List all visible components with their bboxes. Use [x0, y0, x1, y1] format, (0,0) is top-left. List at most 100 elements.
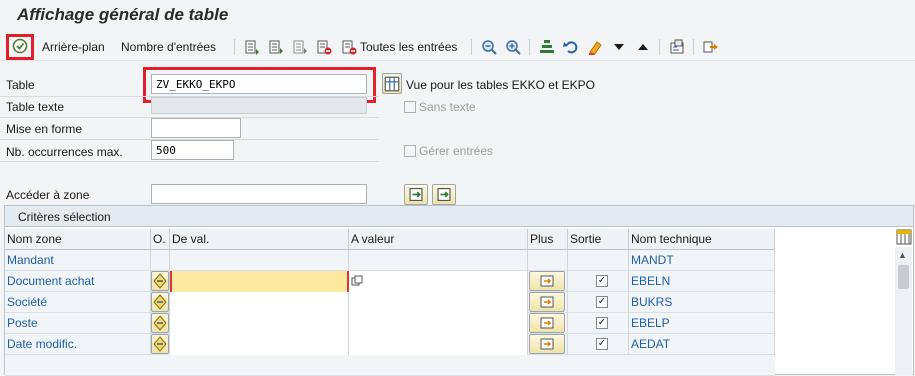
scroll-up-icon[interactable]: ▲ [898, 250, 907, 260]
copy-icon[interactable] [351, 275, 363, 287]
goto-next-button[interactable] [432, 184, 456, 205]
background-button[interactable]: Arrière-plan [42, 36, 105, 58]
option-button[interactable] [151, 334, 169, 354]
technical-name: MANDT [629, 250, 775, 271]
selection-option-icon [153, 336, 167, 352]
more-button[interactable] [529, 292, 565, 312]
layout-input[interactable] [151, 118, 241, 138]
page-arrow-icon [437, 187, 451, 202]
section-title: Critères sélection [18, 210, 111, 224]
no-text-checkbox[interactable] [404, 101, 416, 113]
display-table-icon [384, 76, 400, 92]
manage-entries-label: Gérer entrées [419, 144, 494, 158]
multiple-selection-icon [540, 296, 554, 308]
page-title: Affichage général de table [17, 5, 229, 24]
from-value-input[interactable] [170, 271, 349, 292]
selection-option-icon [153, 294, 167, 310]
col-to-value[interactable]: A valeur [349, 229, 528, 250]
more-button[interactable] [529, 271, 565, 291]
layout-label: Mise en forme [6, 122, 83, 136]
option-button[interactable] [151, 313, 169, 333]
next-page-icon[interactable] [292, 39, 308, 55]
option-button[interactable] [151, 271, 169, 291]
field-name: Date modific. [5, 334, 151, 355]
selection-option-icon [153, 315, 167, 331]
no-text-label: Sans texte [419, 100, 476, 114]
page-arrow-icon [409, 187, 423, 202]
execute-button-highlight[interactable] [6, 34, 34, 60]
col-from-value[interactable]: De val. [170, 229, 349, 250]
column-settings-icon[interactable] [896, 229, 912, 245]
variant-icon[interactable] [669, 39, 685, 55]
table-row [5, 355, 775, 376]
goto-field-label: Accéder à zone [6, 188, 90, 202]
table-text-input [151, 97, 367, 114]
previous-page-icon[interactable] [268, 39, 284, 55]
output-checkbox[interactable]: ✓ [596, 317, 608, 329]
to-value-input[interactable] [349, 313, 528, 334]
field-name: Société [5, 292, 151, 313]
table-label: Table [6, 78, 35, 92]
table-description: Vue pour les tables EKKO et EKPO [406, 78, 595, 92]
goto-previous-button[interactable] [404, 184, 428, 205]
technical-name: EBELN [629, 271, 775, 292]
hierarchy-icon[interactable] [539, 39, 555, 55]
from-value-input[interactable] [170, 334, 349, 355]
export-icon[interactable] [703, 39, 719, 55]
col-option[interactable]: O. [151, 229, 170, 250]
output-checkbox[interactable]: ✓ [596, 338, 608, 350]
multiple-selection-icon [540, 275, 554, 287]
from-value-input[interactable] [170, 292, 349, 313]
field-name: Mandant [5, 250, 151, 271]
application-toolbar: Arrière-plan Nombre d'entrées Toutes les… [0, 33, 915, 61]
table-row: Société ✓ BUKRS [5, 292, 775, 313]
max-hits-input[interactable] [151, 140, 234, 160]
undo-icon[interactable] [563, 39, 579, 55]
more-button[interactable] [529, 334, 565, 354]
highlight-icon[interactable] [587, 39, 603, 55]
table-display-button[interactable] [382, 73, 402, 94]
multiple-selection-icon [540, 317, 554, 329]
sort-descending-icon[interactable] [611, 39, 627, 55]
to-value-input[interactable] [349, 292, 528, 313]
zoom-in-icon[interactable] [505, 39, 521, 55]
output-checkbox[interactable]: ✓ [596, 296, 608, 308]
technical-name: EBELP [629, 313, 775, 334]
to-value-input[interactable] [349, 334, 528, 355]
table-row: Mandant MANDT [5, 250, 775, 271]
delete-row-icon[interactable] [316, 39, 332, 55]
first-page-icon[interactable] [244, 39, 260, 55]
all-entries-button[interactable]: Toutes les entrées [360, 36, 457, 58]
table-row: Date modific. ✓ AEDAT [5, 334, 775, 355]
vertical-scrollbar[interactable]: ▲ [895, 247, 912, 375]
from-value-input[interactable] [170, 313, 349, 334]
technical-name: AEDAT [629, 334, 775, 355]
output-checkbox[interactable]: ✓ [596, 275, 608, 287]
col-field-name[interactable]: Nom zone [5, 229, 151, 250]
option-button[interactable] [151, 292, 169, 312]
selection-criteria-section: Critères sélection Nom zone O. De val. A… [4, 205, 914, 376]
scrollbar-thumb[interactable] [898, 265, 909, 289]
technical-name: BUKRS [629, 292, 775, 313]
grid-header: Nom zone O. De val. A valeur Plus Sortie… [5, 229, 775, 250]
more-button[interactable] [529, 313, 565, 333]
selection-option-icon [153, 273, 167, 289]
sort-ascending-icon[interactable] [635, 39, 651, 55]
manage-entries-checkbox[interactable] [404, 145, 416, 157]
to-value-input[interactable] [349, 271, 528, 292]
col-output[interactable]: Sortie [568, 229, 629, 250]
entry-count-button[interactable]: Nombre d'entrées [121, 36, 216, 58]
table-row: Poste ✓ EBELP [5, 313, 775, 334]
zoom-out-icon[interactable] [481, 39, 497, 55]
goto-field-input[interactable] [151, 184, 367, 204]
table-text-label: Table texte [6, 100, 65, 114]
max-hits-label: Nb. occurrences max. [6, 145, 123, 159]
field-name: Document achat [5, 271, 151, 292]
col-tech-name[interactable]: Nom technique [629, 229, 775, 250]
col-more[interactable]: Plus [528, 229, 568, 250]
table-row: Document achat ✓ EBELN [5, 271, 775, 292]
multiple-selection-icon [540, 338, 554, 350]
all-entries-icon[interactable] [341, 39, 357, 55]
section-header: Critères sélection [5, 206, 913, 227]
title-bar: Affichage général de table [0, 0, 915, 32]
